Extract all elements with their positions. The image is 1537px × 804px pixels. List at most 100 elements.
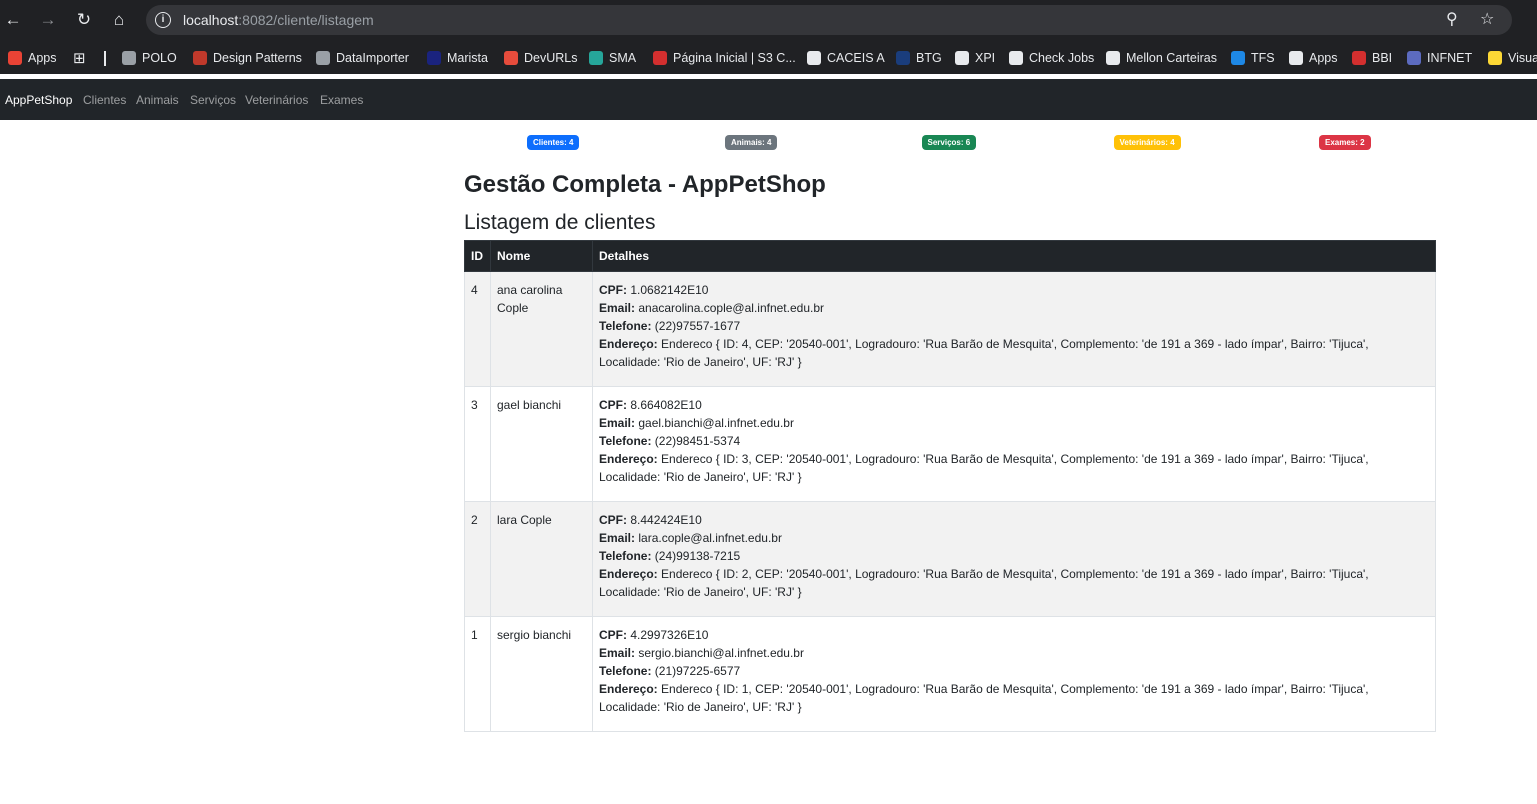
- table-row: 3 gael bianchi CPF: 8.664082E10 Email: gael…: [464, 386, 1436, 502]
- label-telefone: Telefone:: [599, 319, 652, 333]
- count-badge: Clientes: 4: [527, 135, 580, 150]
- value-cpf: 4.2997326E10: [630, 628, 709, 642]
- header-detalhes: Detalhes: [592, 240, 1436, 272]
- bookmark-item[interactable]: Design Patterns: [193, 49, 302, 67]
- label-endereco: Endereço:: [599, 567, 658, 581]
- bookmark-item[interactable]: SMA: [589, 49, 636, 67]
- address-bar[interactable]: i localhost:8082/cliente/listagem ⚲ ☆: [146, 5, 1512, 35]
- detail-email: Email: anacarolina.cople@al.infnet.edu.b…: [599, 299, 1429, 317]
- bookmark-favicon-icon: [316, 51, 330, 65]
- url-path: :8082/cliente/listagem: [238, 12, 374, 28]
- count-badge: Serviços: 6: [921, 135, 977, 150]
- count-badge: Veterinários: 4: [1113, 135, 1181, 150]
- page-subtitle: Listagem de clientes: [464, 211, 656, 234]
- bookmark-item[interactable]: BBI: [1352, 49, 1392, 67]
- detail-cpf: CPF: 8.442424E10: [599, 511, 1429, 529]
- bookmark-item[interactable]: Marista: [427, 49, 488, 67]
- bookmark-item[interactable]: Visual: [1488, 49, 1537, 67]
- bookmark-item[interactable]: CACEIS A: [807, 49, 885, 67]
- value-email: sergio.bianchi@al.infnet.edu.br: [638, 646, 804, 660]
- cell-detalhes: CPF: 8.442424E10 Email: lara.cople@al.inf…: [592, 501, 1436, 617]
- bookmark-label: DataImporter: [336, 51, 409, 65]
- value-endereco: Endereco { ID: 3, CEP: '20540-001', Logr…: [599, 452, 1369, 484]
- bookmark-item[interactable]: XPI: [955, 49, 995, 67]
- detail-telefone: Telefone: (21)97225-6577: [599, 662, 1429, 680]
- bookmark-label: BBI: [1372, 51, 1393, 65]
- bookmark-favicon-icon: [653, 51, 667, 65]
- back-arrow-icon[interactable]: ←: [2, 9, 24, 31]
- browser-toolbar: ← → ↻ ⌂ i localhost:8082/cliente/listage…: [0, 0, 1537, 40]
- bookmark-label: Apps: [28, 51, 57, 65]
- bookmark-favicon-icon: [427, 51, 441, 65]
- bookmark-item[interactable]: TFS: [1231, 49, 1275, 67]
- zoom-search-icon[interactable]: ⚲: [1446, 11, 1458, 29]
- url-text[interactable]: localhost:8082/cliente/listagem: [183, 12, 374, 28]
- clients-table: ID Nome Detalhes 4 ana carolina Cople CPF:…: [464, 240, 1436, 732]
- label-email: Email:: [599, 646, 636, 660]
- bookmark-item[interactable]: Página Inicial | S3 C...: [653, 49, 796, 67]
- home-icon[interactable]: ⌂: [108, 9, 130, 31]
- bookmark-favicon-icon: [1289, 51, 1303, 65]
- bookmark-item[interactable]: DataImporter: [316, 49, 409, 67]
- cell-detalhes: CPF: 4.2997326E10 Email: sergio.bianchi@a…: [592, 616, 1436, 732]
- detail-cpf: CPF: 4.2997326E10: [599, 626, 1429, 644]
- app-navbar: AppPetShop Clientes Animais Serviços Veteri…: [0, 79, 1537, 120]
- value-telefone: (22)98451-5374: [654, 434, 741, 448]
- value-email: lara.cople@al.infnet.edu.br: [638, 531, 782, 545]
- value-email: anacarolina.cople@al.infnet.edu.br: [638, 301, 824, 315]
- label-telefone: Telefone:: [599, 549, 652, 563]
- bookmark-item[interactable]: DevURLs: [504, 49, 578, 67]
- table-row: 2 lara Cople CPF: 8.442424E10 Email: lara.c…: [464, 501, 1436, 617]
- detail-cpf: CPF: 1.0682142E10: [599, 281, 1429, 299]
- value-telefone: (21)97225-6577: [654, 664, 741, 678]
- bookmark-item[interactable]: POLO: [122, 49, 177, 67]
- nav-link-animais[interactable]: Animais: [136, 93, 179, 107]
- bookmark-item[interactable]: BTG: [896, 49, 942, 67]
- bookmark-favicon-icon: [1407, 51, 1421, 65]
- label-telefone: Telefone:: [599, 434, 652, 448]
- label-cpf: CPF:: [599, 513, 627, 527]
- bookmark-item[interactable]: Apps: [8, 49, 57, 67]
- cell-id: 1: [464, 616, 491, 732]
- reload-icon[interactable]: ↻: [73, 9, 95, 31]
- bookmark-item[interactable]: Check Jobs: [1009, 49, 1094, 67]
- nav-link-serviços[interactable]: Serviços: [190, 93, 236, 107]
- navbar-brand[interactable]: AppPetShop: [5, 93, 72, 107]
- bookmark-label: Mellon Carteiras: [1126, 51, 1218, 65]
- site-info-icon[interactable]: i: [155, 12, 171, 28]
- bookmark-item[interactable]: Apps: [1289, 49, 1338, 67]
- count-badge: Animais: 4: [725, 135, 778, 150]
- value-cpf: 8.664082E10: [630, 398, 702, 412]
- bookmarks-bar: ⊞ Apps POLO Design Patterns DataImporter Mari…: [0, 40, 1537, 74]
- label-email: Email:: [599, 416, 636, 430]
- value-endereco: Endereco { ID: 4, CEP: '20540-001', Logr…: [599, 337, 1369, 369]
- detail-email: Email: sergio.bianchi@al.infnet.edu.br: [599, 644, 1429, 662]
- forward-arrow-icon[interactable]: →: [37, 9, 59, 31]
- header-id: ID: [464, 240, 491, 272]
- value-telefone: (24)99138-7215: [654, 549, 741, 563]
- nav-link-veterinários[interactable]: Veterinários: [245, 93, 308, 107]
- detail-telefone: Telefone: (24)99138-7215: [599, 547, 1429, 565]
- nav-link-clientes[interactable]: Clientes: [83, 93, 126, 107]
- bookmarks-separator: [104, 51, 106, 66]
- detail-endereco: Endereço: Endereco { ID: 1, CEP: '20540-…: [599, 680, 1429, 716]
- bookmark-label: INFNET: [1427, 51, 1473, 65]
- cell-nome: lara Cople: [490, 501, 593, 617]
- label-email: Email:: [599, 301, 636, 315]
- tab-groups-icon[interactable]: ⊞: [73, 49, 86, 67]
- value-cpf: 8.442424E10: [630, 513, 702, 527]
- bookmark-favicon-icon: [122, 51, 136, 65]
- table-body: 4 ana carolina Cople CPF: 1.0682142E10 Emai…: [464, 271, 1436, 732]
- bookmark-label: Marista: [447, 51, 488, 65]
- label-email: Email:: [599, 531, 636, 545]
- cell-nome: sergio bianchi: [490, 616, 593, 732]
- bookmark-item[interactable]: Mellon Carteiras: [1106, 49, 1217, 67]
- bookmark-item[interactable]: INFNET: [1407, 49, 1472, 67]
- cell-detalhes: CPF: 8.664082E10 Email: gael.bianchi@al.i…: [592, 386, 1436, 502]
- page-title: Gestão Completa - AppPetShop: [464, 171, 826, 198]
- bookmark-star-icon[interactable]: ☆: [1480, 11, 1494, 29]
- bookmark-favicon-icon: [896, 51, 910, 65]
- label-cpf: CPF:: [599, 628, 627, 642]
- nav-link-exames[interactable]: Exames: [320, 93, 363, 107]
- label-cpf: CPF:: [599, 398, 627, 412]
